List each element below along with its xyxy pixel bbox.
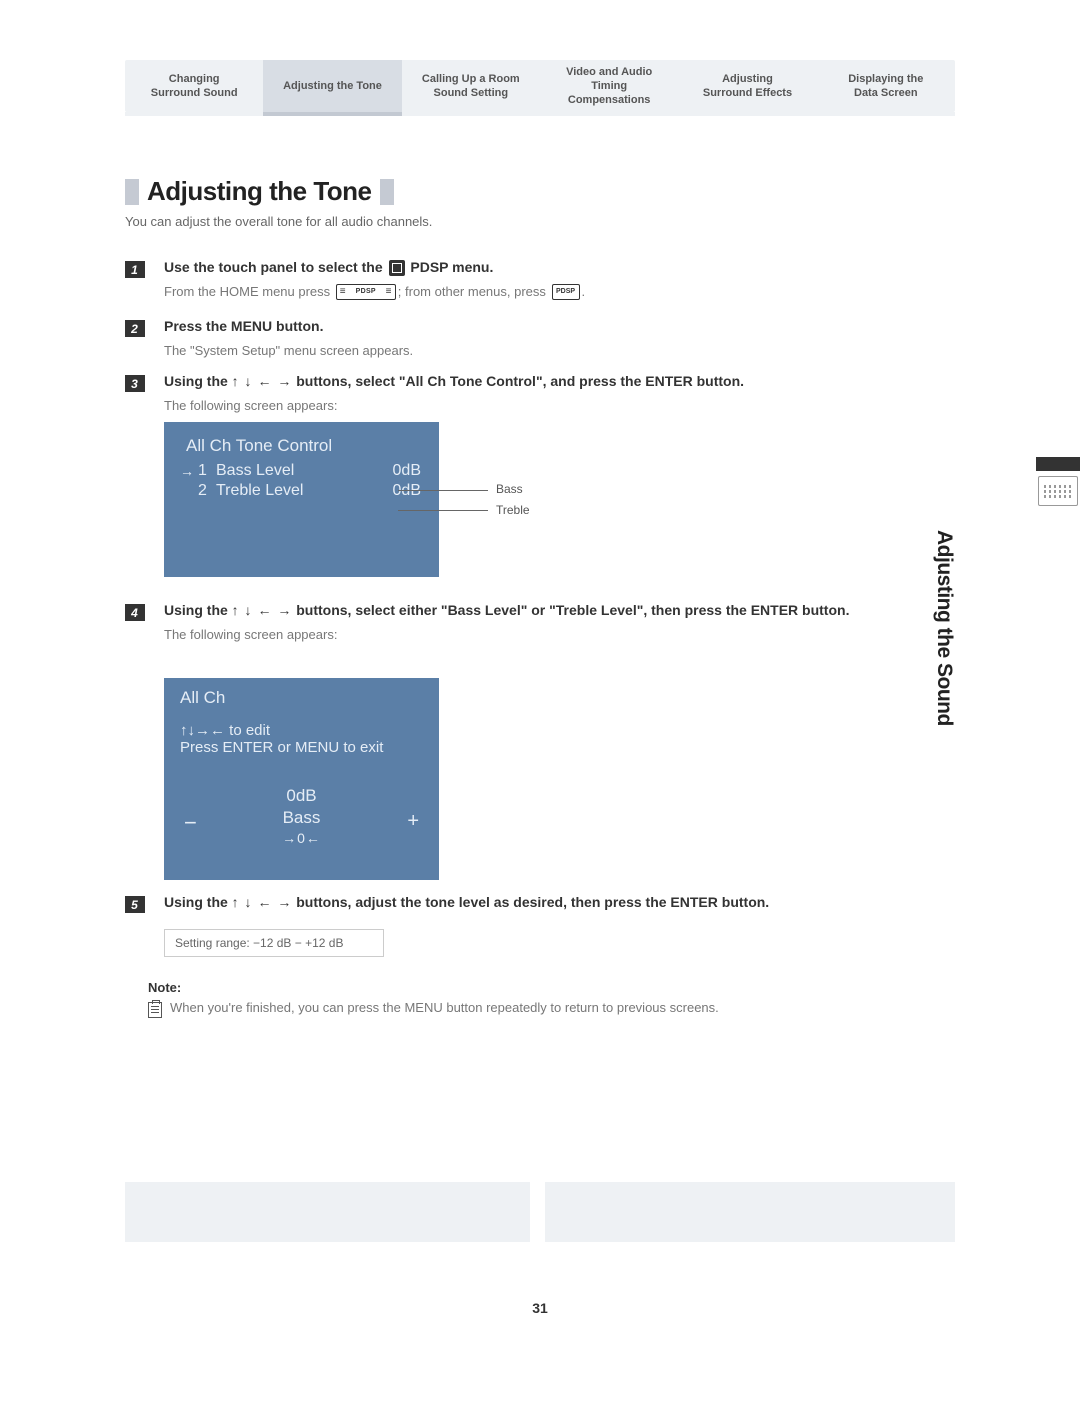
- step-1-sub: From the HOME menu press PDSP; from othe…: [164, 282, 864, 302]
- note-heading: Note:: [148, 980, 181, 995]
- step-badge: 2: [125, 320, 145, 337]
- pdsp-menu-icon: [389, 260, 405, 276]
- step-1-heading: Use the touch panel to select the PDSP m…: [164, 258, 864, 278]
- step-badge: 3: [125, 375, 145, 392]
- screen2-title: All Ch: [180, 688, 427, 708]
- page-title-row: Adjusting the Tone: [125, 176, 394, 207]
- screen2-adjust-area: − + 0dB Bass →0←: [176, 782, 427, 852]
- side-section-label: Adjusting the Sound: [932, 530, 956, 730]
- title-flag-right: [380, 179, 394, 205]
- tab-label: Adjusting the Tone: [283, 79, 382, 93]
- tab-changing-surround[interactable]: ChangingSurround Sound: [125, 60, 263, 112]
- tab-room-sound-setting[interactable]: Calling Up a RoomSound Setting: [402, 60, 540, 112]
- step-5-badge-wrap: 5: [125, 896, 145, 913]
- step-2-sub: The "System Setup" menu screen appears.: [164, 341, 864, 361]
- screen2-indicator: →0←: [176, 830, 427, 846]
- step-3-body: Using the ↑ ↓ ← → buttons, select "All C…: [164, 372, 864, 415]
- cursor-arrow-icon: →: [180, 463, 198, 479]
- screen-all-ch-edit: All Ch ↑↓→← to edit Press ENTER or MENU …: [164, 678, 439, 880]
- step-badge: 4: [125, 604, 145, 621]
- step-2-badge-wrap: 2: [125, 320, 145, 337]
- text: Using the: [164, 373, 232, 389]
- screen2-value: 0dB: [176, 786, 427, 806]
- step-1-badge-wrap: 1: [125, 261, 145, 278]
- tab-timing-compensations[interactable]: Video and AudioTimingCompensations: [540, 60, 678, 112]
- clipboard-icon: [148, 1002, 162, 1018]
- row-value: 0dB: [383, 482, 427, 500]
- step-3-heading: Using the ↑ ↓ ← → buttons, select "All C…: [164, 372, 864, 392]
- tab-label: Video and AudioTimingCompensations: [566, 65, 652, 108]
- step-badge: 1: [125, 261, 145, 278]
- step-4-body: Using the ↑ ↓ ← → buttons, select either…: [164, 601, 934, 644]
- note-text: When you're finished, you can press the …: [170, 1000, 870, 1015]
- screen1-title: All Ch Tone Control: [186, 436, 427, 456]
- text: Using the: [164, 894, 232, 910]
- note-row: When you're finished, you can press the …: [148, 1000, 870, 1018]
- page-title: Adjusting the Tone: [147, 176, 372, 207]
- step-2-body: Press the MENU button. The "System Setup…: [164, 317, 864, 360]
- screen2-line2: Press ENTER or MENU to exit: [180, 739, 427, 756]
- arrow-keys-icon: ↑ ↓ ← →: [232, 602, 293, 618]
- screen2-param: Bass: [176, 808, 427, 828]
- text: ; from other menus, press: [398, 284, 550, 299]
- row-name: Bass Level: [216, 462, 383, 480]
- text: Use the touch panel to select the: [164, 259, 387, 275]
- tab-underline: [125, 112, 955, 116]
- bottom-placeholder-left: [125, 1182, 530, 1242]
- leader-line-bass: [398, 490, 488, 491]
- tab-label: ChangingSurround Sound: [151, 72, 238, 101]
- step-4-heading: Using the ↑ ↓ ← → buttons, select either…: [164, 601, 934, 621]
- title-flag-left: [125, 179, 139, 205]
- side-tab-icon: [1038, 476, 1078, 506]
- top-tab-bar: ChangingSurround Sound Adjusting the Ton…: [125, 60, 955, 112]
- text: PDSP menu.: [407, 259, 494, 275]
- text: Using the: [164, 602, 232, 618]
- screen1-row-bass: → 1 Bass Level 0dB: [180, 462, 427, 480]
- screen1-row-treble: 2 Treble Level 0dB: [180, 482, 427, 500]
- setting-range-box: Setting range: −12 dB − +12 dB: [164, 929, 384, 957]
- pdsp-button-icon: PDSP: [336, 284, 396, 300]
- step-2-heading: Press the MENU button.: [164, 317, 864, 337]
- row-value: 0dB: [383, 462, 427, 480]
- arrow-keys-icon: ↑ ↓ ← →: [232, 894, 293, 910]
- step-5-heading: Using the ↑ ↓ ← → buttons, adjust the to…: [164, 893, 864, 913]
- step-4-badge-wrap: 4: [125, 604, 145, 621]
- tab-underline-selected: [263, 112, 402, 116]
- leader-line-treble: [398, 510, 488, 511]
- tab-label: AdjustingSurround Effects: [703, 72, 792, 101]
- step-5-body: Using the ↑ ↓ ← → buttons, adjust the to…: [164, 893, 864, 917]
- row-index: 2: [198, 482, 216, 500]
- tab-label: Calling Up a RoomSound Setting: [422, 72, 520, 101]
- text: buttons, select either "Bass Level" or "…: [292, 602, 849, 618]
- tab-surround-effects[interactable]: AdjustingSurround Effects: [678, 60, 816, 112]
- step-3-sub: The following screen appears:: [164, 396, 864, 416]
- page-number: 31: [0, 1300, 1080, 1316]
- step-4-sub: The following screen appears:: [164, 625, 934, 645]
- callout-bass: Bass: [496, 482, 523, 496]
- text: buttons, adjust the tone level as desire…: [292, 894, 769, 910]
- text: .: [582, 284, 586, 299]
- row-index: 1: [198, 462, 216, 480]
- tab-adjusting-tone[interactable]: Adjusting the Tone: [263, 60, 401, 112]
- side-tab-marker: [1036, 457, 1080, 471]
- text: buttons, select "All Ch Tone Control", a…: [292, 373, 744, 389]
- tab-label: Displaying theData Screen: [848, 72, 923, 101]
- arrow-keys-icon: ↑ ↓ ← →: [232, 373, 293, 389]
- pdsp-small-icon: PDSP: [552, 284, 580, 300]
- step-1-body: Use the touch panel to select the PDSP m…: [164, 258, 864, 301]
- tab-data-screen[interactable]: Displaying theData Screen: [817, 60, 955, 112]
- callout-treble: Treble: [496, 503, 530, 517]
- intro-text: You can adjust the overall tone for all …: [125, 214, 432, 229]
- screen-all-ch-tone-control: All Ch Tone Control → 1 Bass Level 0dB 2…: [164, 422, 439, 577]
- setting-range-text: Setting range: −12 dB − +12 dB: [175, 936, 343, 950]
- row-name: Treble Level: [216, 482, 383, 500]
- screen2-line1: ↑↓→← to edit: [180, 722, 427, 739]
- step-badge: 5: [125, 896, 145, 913]
- text: From the HOME menu press: [164, 284, 334, 299]
- step-3-badge-wrap: 3: [125, 375, 145, 392]
- bottom-placeholder-right: [545, 1182, 955, 1242]
